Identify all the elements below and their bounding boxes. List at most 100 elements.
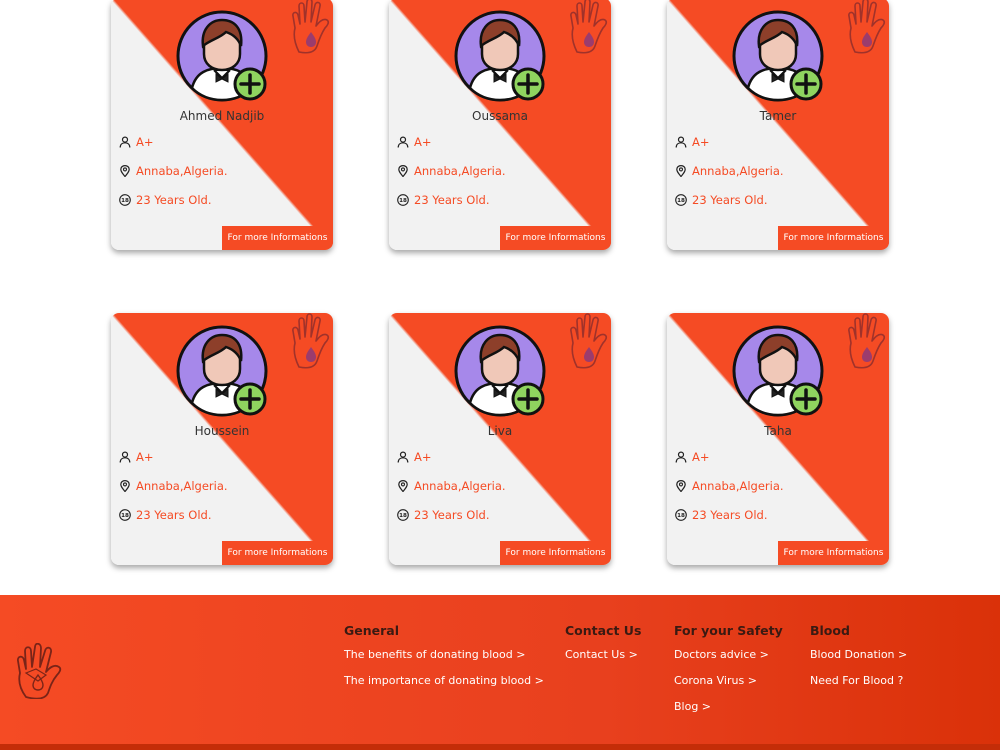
more-info-button[interactable]: For more Informations	[778, 541, 889, 565]
location: Annaba,Algeria.	[414, 164, 506, 178]
hand-blood-drop-icon	[845, 0, 889, 54]
donor-card: Oussama A+ Annaba,Algeria. 23 Years Old.…	[389, 0, 611, 250]
blood-type: A+	[692, 450, 710, 464]
person-icon	[119, 136, 131, 148]
hand-blood-drop-icon	[845, 313, 889, 369]
footer-link-contact[interactable]: Contact Us >	[565, 648, 641, 674]
donor-name: Taha	[764, 424, 792, 438]
hand-blood-drop-icon	[567, 313, 611, 369]
footer-link-need-for-blood[interactable]: Need For Blood ?	[810, 674, 907, 700]
blood-type-row: A+	[675, 449, 710, 465]
age-row: 23 Years Old.	[119, 192, 212, 208]
footer-col-blood: Blood Blood Donation > Need For Blood ?	[810, 623, 907, 700]
age: 23 Years Old.	[414, 193, 490, 207]
donor-avatar-add-icon	[730, 323, 826, 419]
blood-type: A+	[414, 450, 432, 464]
age-18-icon	[119, 194, 131, 206]
person-icon	[675, 451, 687, 463]
footer-link-importance[interactable]: The importance of donating blood >	[344, 674, 544, 700]
donor-name: Liva	[487, 424, 513, 438]
age: 23 Years Old.	[692, 193, 768, 207]
age-18-icon	[397, 194, 409, 206]
age-row: 23 Years Old.	[119, 507, 212, 523]
blood-type: A+	[136, 135, 154, 149]
blood-type-row: A+	[119, 449, 154, 465]
age-row: 23 Years Old.	[397, 507, 490, 523]
donor-card: Liva A+ Annaba,Algeria. 23 Years Old. Fo…	[389, 313, 611, 565]
more-info-button[interactable]: For more Informations	[222, 541, 333, 565]
donor-avatar-add-icon	[452, 8, 548, 104]
footer-link-benefits[interactable]: The benefits of donating blood >	[344, 648, 544, 674]
more-info-button[interactable]: For more Informations	[778, 226, 889, 250]
age-18-icon	[119, 509, 131, 521]
donor-avatar-add-icon	[730, 8, 826, 104]
donor-avatar-add-icon	[452, 323, 548, 419]
more-info-button[interactable]: For more Informations	[500, 541, 611, 565]
age: 23 Years Old.	[136, 193, 212, 207]
location-row: Annaba,Algeria.	[675, 163, 784, 179]
age: 23 Years Old.	[136, 508, 212, 522]
donor-card: Taha A+ Annaba,Algeria. 23 Years Old. Fo…	[667, 313, 889, 565]
blood-type-row: A+	[119, 134, 154, 150]
location-row: Annaba,Algeria.	[675, 478, 784, 494]
age-18-icon	[675, 509, 687, 521]
footer-link-blog[interactable]: Blog >	[674, 700, 783, 726]
donor-name: Tamer	[759, 109, 797, 123]
donor-avatar-add-icon	[174, 323, 270, 419]
footer-heading-safety: For your Safety	[674, 623, 783, 638]
location-pin-icon	[119, 165, 131, 177]
donor-name: Ahmed Nadjib	[179, 109, 265, 123]
person-icon	[397, 136, 409, 148]
footer-col-contact: Contact Us Contact Us >	[565, 623, 641, 674]
location: Annaba,Algeria.	[136, 164, 228, 178]
blood-type-row: A+	[397, 134, 432, 150]
location-pin-icon	[119, 480, 131, 492]
hand-blood-drop-logo-icon[interactable]	[12, 643, 68, 699]
footer-link-doctors-advice[interactable]: Doctors advice >	[674, 648, 783, 674]
location-row: Annaba,Algeria.	[119, 478, 228, 494]
donors-grid: Ahmed Nadjib A+ Annaba,Algeria. 23 Years…	[0, 0, 1000, 595]
location-pin-icon	[397, 165, 409, 177]
donor-card: Tamer A+ Annaba,Algeria. 23 Years Old. F…	[667, 0, 889, 250]
footer-heading-contact: Contact Us	[565, 623, 642, 638]
location-row: Annaba,Algeria.	[119, 163, 228, 179]
location: Annaba,Algeria.	[136, 479, 228, 493]
age-row: 23 Years Old.	[675, 507, 768, 523]
person-icon	[119, 451, 131, 463]
location-pin-icon	[397, 480, 409, 492]
footer-link-corona-virus[interactable]: Corona Virus >	[674, 674, 783, 700]
hand-blood-drop-icon	[289, 313, 333, 369]
blood-type-row: A+	[397, 449, 432, 465]
footer-col-general: General The benefits of donating blood >…	[344, 623, 544, 700]
blood-type: A+	[136, 450, 154, 464]
donor-card: Ahmed Nadjib A+ Annaba,Algeria. 23 Years…	[111, 0, 333, 250]
person-icon	[397, 451, 409, 463]
footer-heading-general: General	[344, 623, 399, 638]
site-footer: General The benefits of donating blood >…	[0, 595, 1000, 750]
more-info-button[interactable]: For more Informations	[500, 226, 611, 250]
location: Annaba,Algeria.	[692, 479, 784, 493]
location-row: Annaba,Algeria.	[397, 478, 506, 494]
footer-link-blood-donation[interactable]: Blood Donation >	[810, 648, 907, 674]
person-icon	[675, 136, 687, 148]
donor-name: Houssein	[194, 424, 250, 438]
location: Annaba,Algeria.	[414, 479, 506, 493]
age-18-icon	[397, 509, 409, 521]
age: 23 Years Old.	[414, 508, 490, 522]
blood-type: A+	[414, 135, 432, 149]
footer-col-safety: For your Safety Doctors advice > Corona …	[674, 623, 783, 726]
footer-heading-blood: Blood	[810, 623, 850, 638]
donor-avatar-add-icon	[174, 8, 270, 104]
hand-blood-drop-icon	[567, 0, 611, 54]
location-row: Annaba,Algeria.	[397, 163, 506, 179]
footer-bottom-bar	[0, 744, 1000, 750]
age: 23 Years Old.	[692, 508, 768, 522]
blood-type: A+	[692, 135, 710, 149]
location-pin-icon	[675, 480, 687, 492]
more-info-button[interactable]: For more Informations	[222, 226, 333, 250]
location-pin-icon	[675, 165, 687, 177]
age-row: 23 Years Old.	[397, 192, 490, 208]
donor-name: Oussama	[472, 109, 528, 123]
hand-blood-drop-icon	[289, 0, 333, 54]
age-row: 23 Years Old.	[675, 192, 768, 208]
